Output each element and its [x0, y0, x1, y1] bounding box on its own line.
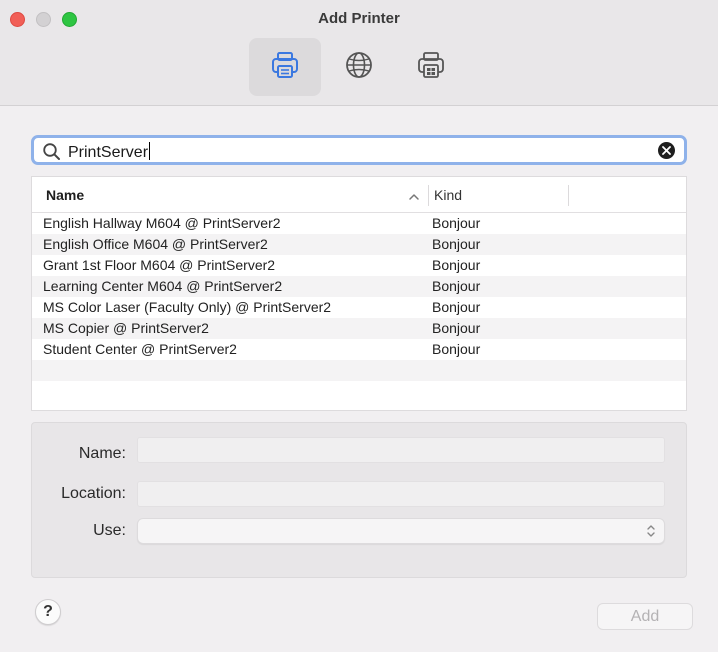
text-caret: [149, 142, 151, 160]
sort-ascending-icon[interactable]: [408, 189, 420, 207]
column-divider[interactable]: [428, 185, 429, 206]
toolbar-default-button[interactable]: [249, 38, 321, 96]
table-body: English Hallway M604 @ PrintServer2 Bonjo…: [32, 213, 686, 402]
printer-name-cell: MS Copier @ PrintServer2: [43, 320, 209, 336]
toolbar-windows-button[interactable]: [395, 38, 467, 96]
printer-kind-cell: Bonjour: [432, 257, 481, 273]
column-header-kind[interactable]: Kind: [434, 187, 462, 203]
location-label: Location:: [61, 485, 126, 502]
table-header: Name Kind: [32, 177, 686, 213]
name-label: Name:: [78, 445, 126, 462]
table-row[interactable]: MS Copier @ PrintServer2 Bonjour: [32, 318, 686, 339]
printer-kind-cell: Bonjour: [432, 320, 481, 336]
table-row[interactable]: MS Color Laser (Faculty Only) @ PrintSer…: [32, 297, 686, 318]
printer-name-cell: MS Color Laser (Faculty Only) @ PrintSer…: [43, 299, 332, 315]
search-icon: [42, 142, 62, 167]
printer-kind-cell: Bonjour: [432, 299, 481, 315]
search-field[interactable]: PrintServer: [31, 135, 687, 165]
column-divider[interactable]: [568, 185, 569, 206]
windows-printer-icon: [415, 49, 447, 86]
add-printer-window: Add Printer PrintServer Name Kind Englis…: [0, 0, 718, 652]
use-popup-button[interactable]: [137, 518, 665, 544]
table-row: [32, 360, 686, 381]
printer-details-panel: Name: Location: Use:: [31, 422, 687, 578]
window-title: Add Printer: [318, 10, 400, 27]
clear-search-icon[interactable]: [658, 142, 675, 159]
chevron-updown-icon: [646, 523, 656, 544]
printer-kind-cell: Bonjour: [432, 341, 481, 357]
printer-icon: [269, 49, 301, 86]
table-row[interactable]: Student Center @ PrintServer2 Bonjour: [32, 339, 686, 360]
table-row[interactable]: Learning Center M604 @ PrintServer2 Bonjo…: [32, 276, 686, 297]
printer-name-cell: Learning Center M604 @ PrintServer2: [43, 278, 283, 294]
toolbar-ip-button[interactable]: [323, 38, 395, 96]
search-input[interactable]: PrintServer: [68, 142, 151, 162]
table-row[interactable]: English Office M604 @ PrintServer2 Bonjou…: [32, 234, 686, 255]
printer-kind-cell: Bonjour: [432, 236, 481, 252]
use-label: Use:: [93, 522, 126, 539]
printer-kind-cell: Bonjour: [432, 215, 481, 231]
printer-name-cell: English Hallway M604 @ PrintServer2: [43, 215, 281, 231]
printer-name-cell: Student Center @ PrintServer2: [43, 341, 237, 357]
search-value: PrintServer: [68, 144, 149, 161]
add-button[interactable]: Add: [597, 603, 693, 630]
help-button[interactable]: ?: [35, 599, 61, 625]
printer-kind-cell: Bonjour: [432, 278, 481, 294]
printer-list: Name Kind English Hallway M604 @ PrintSe…: [31, 176, 687, 411]
table-row: [32, 381, 686, 402]
printer-name-cell: English Office M604 @ PrintServer2: [43, 236, 268, 252]
title-bar: Add Printer: [0, 0, 718, 106]
table-row[interactable]: English Hallway M604 @ PrintServer2 Bonjo…: [32, 213, 686, 234]
printer-name-cell: Grant 1st Floor M604 @ PrintServer2: [43, 257, 276, 273]
column-header-name[interactable]: Name: [46, 187, 84, 203]
table-row[interactable]: Grant 1st Floor M604 @ PrintServer2 Bonjo…: [32, 255, 686, 276]
globe-icon: [344, 50, 374, 85]
location-field[interactable]: [137, 481, 665, 507]
name-field[interactable]: [137, 437, 665, 463]
